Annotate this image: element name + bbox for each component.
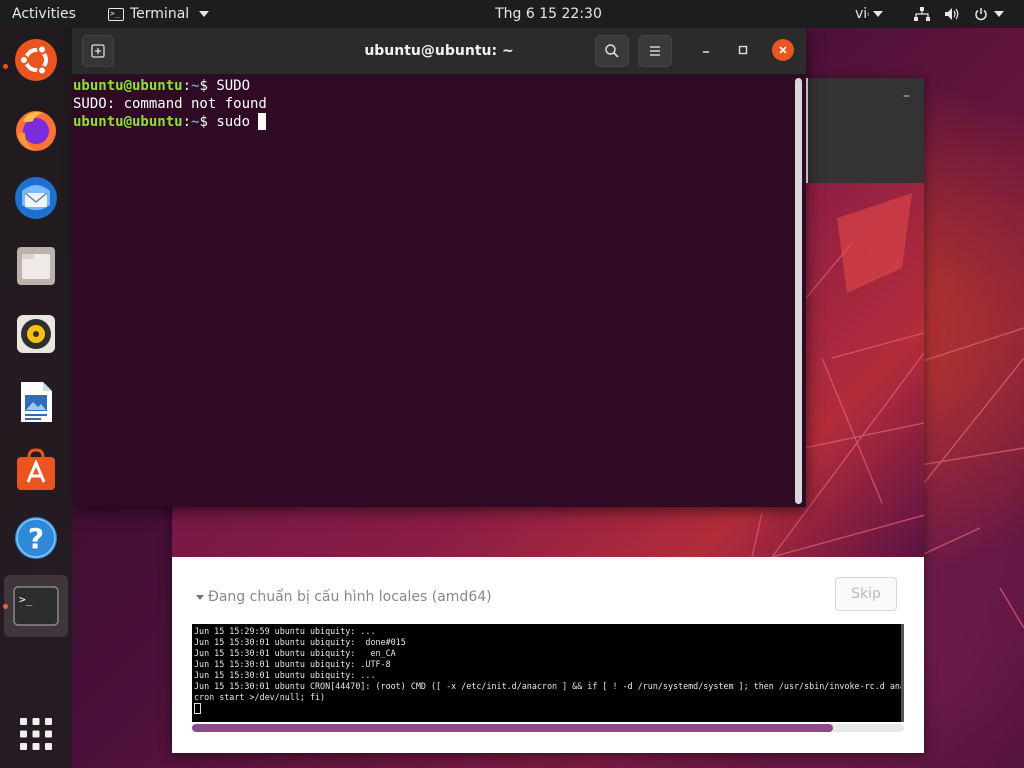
close-icon <box>779 46 787 54</box>
terminal-glyph: >_ <box>19 593 33 606</box>
skip-button[interactable]: Skip <box>835 577 897 611</box>
maximize-button[interactable] <box>731 38 755 62</box>
help-icon: ? <box>15 517 57 559</box>
terminal-icon: >_ <box>13 586 59 626</box>
log-line: Jun 15 15:30:01 ubuntu ubiquity: .UTF-8 <box>194 659 391 669</box>
volume-icon <box>945 8 959 20</box>
log-line: Jun 15 15:30:01 ubuntu ubiquity: ... <box>194 670 376 680</box>
prompt-symbol: $ <box>199 78 217 94</box>
command-text: SUDO <box>216 78 251 94</box>
terminal-line: ubuntu@ubuntu:~$ sudo <box>73 113 267 131</box>
command-text: sudo <box>216 114 259 130</box>
hamburger-icon <box>650 46 660 56</box>
log-line: Jun 15 15:30:01 ubuntu ubiquity: en_CA <box>194 648 396 658</box>
terminal-scrollbar[interactable] <box>795 78 802 504</box>
dock-item-files[interactable] <box>10 240 62 292</box>
log-line: Jun 15 15:30:01 ubuntu CRON[44470]: (roo… <box>194 681 904 691</box>
search-icon <box>605 44 619 58</box>
dock-item-help[interactable]: ? <box>10 512 62 564</box>
writer-icon <box>21 382 52 422</box>
chevron-down-icon <box>872 11 883 17</box>
log-scrollbar[interactable] <box>901 624 904 722</box>
dock-item-ubiquity-installer[interactable] <box>10 34 62 86</box>
install-status-text: Đang chuẩn bị cấu hình locales (amd64) <box>208 589 492 605</box>
dock-item-thunderbird[interactable] <box>10 172 62 224</box>
dock-item-terminal[interactable]: >_ <box>4 575 68 637</box>
search-button[interactable] <box>595 35 629 67</box>
installer-minimize-button[interactable]: – <box>903 88 910 104</box>
rhythmbox-icon <box>17 315 55 353</box>
log-cursor <box>194 703 201 714</box>
firefox-icon <box>16 111 56 151</box>
install-progress-fill <box>192 724 833 732</box>
chevron-down-icon <box>994 11 1004 17</box>
prompt-separator: : <box>182 114 192 130</box>
dock-item-firefox[interactable] <box>10 104 62 156</box>
terminal-line: SUDO: command not found <box>73 96 267 112</box>
log-line: Jun 15 15:30:01 ubuntu ubiquity: done#01… <box>194 637 406 647</box>
install-progress-bar <box>192 724 904 732</box>
hamburger-menu-button[interactable] <box>638 35 672 67</box>
terminal-output[interactable]: ubuntu@ubuntu:~$ SUDO SUDO: command not … <box>72 75 806 507</box>
maximize-icon <box>738 45 748 55</box>
install-log[interactable]: Jun 15 15:29:59 ubuntu ubiquity: ... Jun… <box>192 624 904 722</box>
network-icon <box>914 7 930 21</box>
prompt-user: ubuntu@ubuntu <box>73 114 183 130</box>
log-line: Jun 15 15:29:59 ubuntu ubiquity: ... <box>194 626 376 636</box>
dock-item-rhythmbox[interactable] <box>10 308 62 360</box>
software-icon <box>17 448 55 490</box>
terminal-cursor <box>258 113 267 130</box>
new-tab-button[interactable] <box>82 35 114 67</box>
installer-titlebar: – <box>808 78 924 183</box>
system-tray[interactable] <box>914 0 1004 28</box>
dock-item-libreoffice-writer[interactable] <box>10 376 62 428</box>
power-icon <box>975 8 987 21</box>
input-source-label: vi <box>855 6 868 22</box>
terminal-window[interactable]: ubuntu@ubuntu: ~ ubuntu@ubuntu:~$ SUDO S… <box>72 28 806 507</box>
show-applications-button[interactable] <box>10 708 62 760</box>
expander-arrow-icon <box>196 594 204 600</box>
minimize-button[interactable] <box>694 38 718 62</box>
terminal-line: ubuntu@ubuntu:~$ SUDO <box>73 77 267 95</box>
prompt-symbol: $ <box>199 114 217 130</box>
minimize-icon <box>703 51 709 53</box>
dock-item-ubuntu-software[interactable] <box>10 444 62 496</box>
dock: ? >_ <box>0 28 72 768</box>
log-line: cron start >/dev/null; fi) <box>194 692 326 702</box>
terminal-titlebar[interactable]: ubuntu@ubuntu: ~ <box>72 28 806 75</box>
close-button[interactable] <box>772 39 794 61</box>
install-status[interactable]: Đang chuẩn bị cấu hình locales (amd64) <box>196 589 492 605</box>
ubuntu-installer-icon <box>15 39 57 81</box>
input-source-indicator[interactable]: vi ᵢ <box>855 0 883 28</box>
top-bar: Activities >_ Terminal Thg 6 15 22:30 vi… <box>0 0 1024 28</box>
new-tab-icon <box>91 44 105 58</box>
app-grid-icon <box>20 718 52 750</box>
help-glyph: ? <box>28 522 44 555</box>
files-icon <box>17 247 55 285</box>
installer-progress-area: Đang chuẩn bị cấu hình locales (amd64) S… <box>172 557 924 753</box>
prompt-user: ubuntu@ubuntu <box>73 78 183 94</box>
thunderbird-icon <box>15 177 57 219</box>
prompt-separator: : <box>182 78 192 94</box>
running-indicator <box>3 64 8 69</box>
